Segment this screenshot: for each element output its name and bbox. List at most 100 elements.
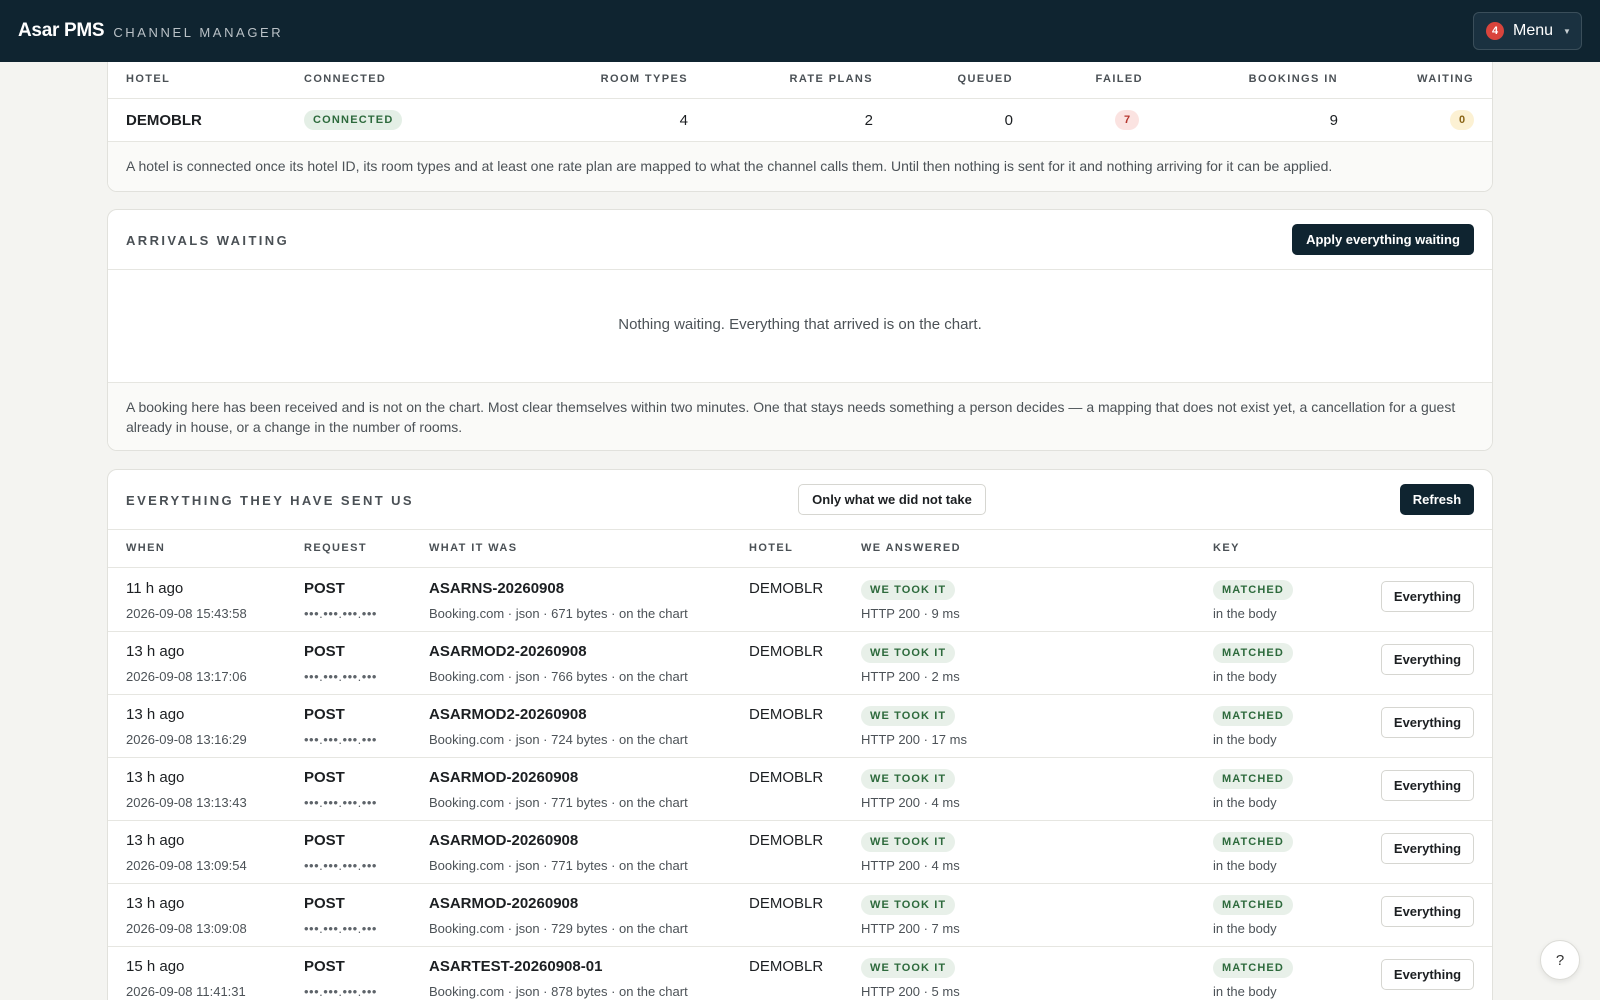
view-everything-button[interactable]: Everything — [1381, 644, 1474, 675]
booking-reference[interactable]: ASARMOD-20260908 — [429, 769, 578, 786]
key-location: in the body — [1213, 858, 1277, 873]
row-hotel: DEMOBLR — [749, 832, 824, 849]
request-method: POST — [304, 895, 345, 912]
table-row[interactable]: 13 h ago 2026-09-08 13:16:29 POST •••.•••.•… — [108, 695, 1492, 758]
key-location: in the body — [1213, 795, 1277, 810]
table-row[interactable]: 15 h ago 2026-09-08 11:41:31 POST •••.•••.•… — [108, 947, 1492, 1000]
booking-reference[interactable]: ASARMOD-20260908 — [429, 832, 578, 849]
key-location: in the body — [1213, 921, 1277, 936]
http-status: HTTP 200 · 4 ms — [861, 858, 960, 873]
request-ip-masked: •••.•••.•••.••• — [304, 732, 377, 747]
http-status: HTTP 200 · 2 ms — [861, 669, 960, 684]
request-ip-masked: •••.•••.•••.••• — [304, 795, 377, 810]
col-what-it-was: WHAT IT WAS — [429, 542, 518, 554]
row-hotel: DEMOBLR — [749, 958, 824, 975]
view-everything-button[interactable]: Everything — [1381, 959, 1474, 990]
booking-reference[interactable]: ASARNS-20260908 — [429, 580, 564, 597]
answer-badge: WE TOOK IT — [861, 706, 956, 726]
key-location: in the body — [1213, 732, 1277, 747]
booking-reference[interactable]: ASARMOD2-20260908 — [429, 643, 587, 660]
arrivals-header: ARRIVALS WAITING Apply everything waitin… — [108, 210, 1492, 270]
view-everything-button[interactable]: Everything — [1381, 581, 1474, 612]
col-failed: FAILED — [1095, 73, 1143, 85]
booking-detail: Booking.com · json · 671 bytes · on the … — [429, 606, 688, 621]
answer-badge: WE TOOK IT — [861, 958, 956, 978]
request-method: POST — [304, 958, 345, 975]
waiting-count-badge: 0 — [1450, 110, 1474, 130]
view-everything-button[interactable]: Everything — [1381, 833, 1474, 864]
request-method: POST — [304, 643, 345, 660]
table-row[interactable]: 11 h ago 2026-09-08 15:43:58 POST •••.•••.•… — [108, 569, 1492, 632]
request-ip-masked: •••.•••.•••.••• — [304, 606, 377, 621]
booking-reference[interactable]: ASARTEST-20260908-01 — [429, 958, 602, 975]
arrivals-title: ARRIVALS WAITING — [126, 233, 290, 248]
booking-reference[interactable]: ASARMOD-20260908 — [429, 895, 578, 912]
table-row[interactable]: 13 h ago 2026-09-08 13:13:43 POST •••.•••.•… — [108, 758, 1492, 821]
help-button[interactable]: ? — [1540, 940, 1580, 980]
col-hotel: HOTEL — [126, 73, 171, 85]
request-method: POST — [304, 706, 345, 723]
timestamp: 2026-09-08 13:13:43 — [126, 795, 247, 810]
time-ago: 13 h ago — [126, 769, 185, 786]
rate-plans-count: 2 — [864, 112, 873, 129]
request-ip-masked: •••.•••.•••.••• — [304, 984, 377, 999]
answer-badge: WE TOOK IT — [861, 832, 956, 852]
key-location: in the body — [1213, 669, 1277, 684]
booking-reference[interactable]: ASARMOD2-20260908 — [429, 706, 587, 723]
request-method: POST — [304, 580, 345, 597]
room-types-count: 4 — [679, 112, 688, 129]
key-location: in the body — [1213, 606, 1277, 621]
arrivals-note: A booking here has been received and is … — [108, 382, 1492, 450]
http-status: HTTP 200 · 17 ms — [861, 732, 967, 747]
booking-detail: Booking.com · json · 771 bytes · on the … — [429, 858, 688, 873]
brand-subtitle: CHANNEL MANAGER — [113, 25, 284, 40]
time-ago: 15 h ago — [126, 958, 185, 975]
row-hotel: DEMOBLR — [749, 580, 824, 597]
time-ago: 11 h ago — [126, 580, 184, 597]
timestamp: 2026-09-08 15:43:58 — [126, 606, 247, 621]
col-when: WHEN — [126, 542, 166, 554]
table-row[interactable]: 13 h ago 2026-09-08 13:17:06 POST •••.•••.•… — [108, 632, 1492, 695]
request-ip-masked: •••.•••.•••.••• — [304, 858, 377, 873]
hotel-status-card: HOTEL CONNECTED ROOM TYPES RATE PLANS QU… — [107, 42, 1493, 192]
brand-name[interactable]: Asar PMS — [18, 20, 105, 42]
notification-badge: 4 — [1486, 22, 1504, 40]
queued-count: 0 — [1004, 112, 1013, 129]
message-log-card: EVERYTHING THEY HAVE SENT US Only what w… — [107, 469, 1493, 1000]
bookings-in-count: 9 — [1329, 112, 1338, 129]
time-ago: 13 h ago — [126, 706, 185, 723]
timestamp: 2026-09-08 13:17:06 — [126, 669, 247, 684]
log-title: EVERYTHING THEY HAVE SENT US — [126, 493, 414, 508]
col-bookings-in: BOOKINGS IN — [1248, 73, 1338, 85]
booking-detail: Booking.com · json · 878 bytes · on the … — [429, 984, 688, 999]
col-request: REQUEST — [304, 542, 367, 554]
refresh-button[interactable]: Refresh — [1400, 484, 1474, 515]
hotel-name[interactable]: DEMOBLR — [126, 112, 202, 129]
hotel-row[interactable]: DEMOBLR CONNECTED 4 2 0 7 9 0 — [108, 99, 1492, 141]
menu-button[interactable]: 4 Menu ▼ — [1473, 12, 1582, 50]
booking-detail: Booking.com · json · 729 bytes · on the … — [429, 921, 688, 936]
col-we-answered: WE ANSWERED — [861, 542, 961, 554]
view-everything-button[interactable]: Everything — [1381, 896, 1474, 927]
answer-badge: WE TOOK IT — [861, 643, 956, 663]
timestamp: 2026-09-08 13:09:08 — [126, 921, 247, 936]
col-room-types: ROOM TYPES — [600, 73, 688, 85]
table-row[interactable]: 13 h ago 2026-09-08 13:09:08 POST •••.•••.•… — [108, 884, 1492, 947]
hotel-connection-note: A hotel is connected once its hotel ID, … — [108, 141, 1492, 191]
answer-badge: WE TOOK IT — [861, 895, 956, 915]
http-status: HTTP 200 · 9 ms — [861, 606, 960, 621]
answer-badge: WE TOOK IT — [861, 580, 956, 600]
filter-not-taken-button[interactable]: Only what we did not take — [798, 484, 986, 515]
failed-count-badge[interactable]: 7 — [1115, 110, 1139, 130]
table-row[interactable]: 13 h ago 2026-09-08 13:09:54 POST •••.•••.•… — [108, 821, 1492, 884]
request-ip-masked: •••.•••.•••.••• — [304, 921, 377, 936]
apply-everything-button[interactable]: Apply everything waiting — [1292, 224, 1474, 255]
row-hotel: DEMOBLR — [749, 706, 824, 723]
http-status: HTTP 200 · 4 ms — [861, 795, 960, 810]
view-everything-button[interactable]: Everything — [1381, 770, 1474, 801]
col-key: KEY — [1213, 542, 1240, 554]
key-badge: MATCHED — [1213, 580, 1293, 600]
view-everything-button[interactable]: Everything — [1381, 707, 1474, 738]
http-status: HTTP 200 · 7 ms — [861, 921, 960, 936]
timestamp: 2026-09-08 13:16:29 — [126, 732, 247, 747]
